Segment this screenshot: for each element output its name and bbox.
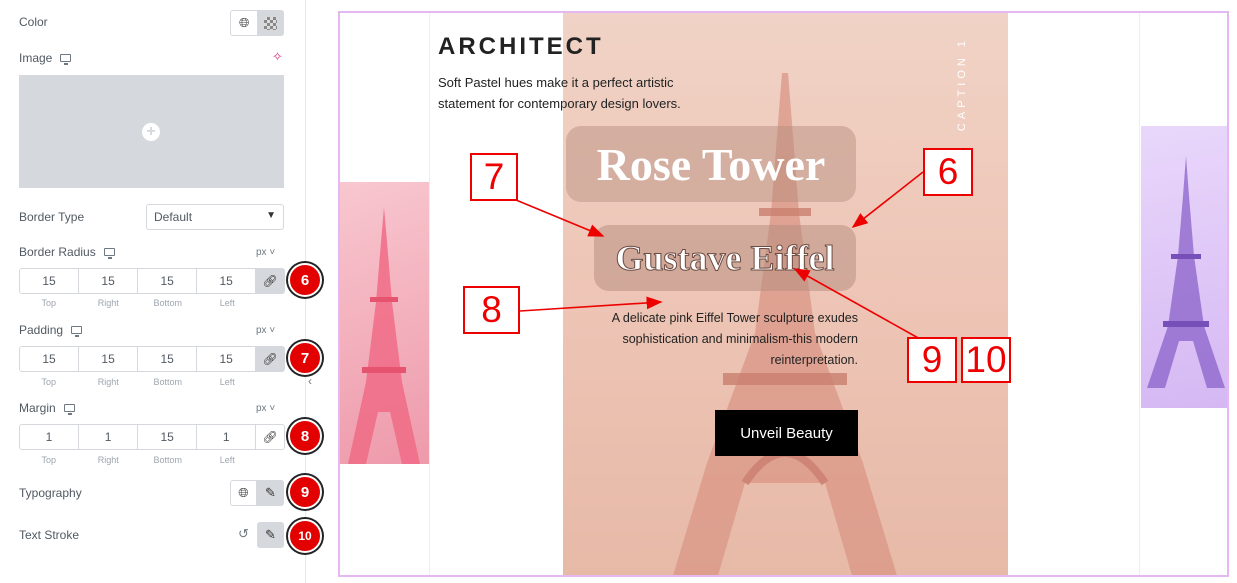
prev-slide-image[interactable] bbox=[340, 182, 429, 464]
slide-description: Soft Pastel hues make it a perfect artis… bbox=[438, 75, 681, 111]
desktop-icon[interactable] bbox=[63, 403, 75, 415]
padding-inputs: 15 15 15 15 🔗︎ bbox=[19, 346, 285, 372]
globe-icon[interactable]: 🌐︎ bbox=[231, 11, 257, 35]
link-icon[interactable]: 🔗︎ bbox=[256, 347, 284, 371]
controls-panel: Color 🌐︎ Image ✧ + Border Type Default ▼… bbox=[0, 0, 322, 583]
margin-top[interactable]: 1 bbox=[20, 425, 80, 449]
lilac-tower-image bbox=[1147, 156, 1225, 388]
add-image-icon[interactable]: + bbox=[142, 123, 160, 141]
padding-right[interactable]: 15 bbox=[79, 347, 139, 371]
callout-badge-6: 6 bbox=[288, 263, 322, 297]
text-stroke-label: Text Stroke bbox=[19, 528, 80, 542]
callout-badge-8: 8 bbox=[288, 419, 322, 453]
active-slide: ARCHITECT Soft Pastel hues make it a per… bbox=[429, 13, 1140, 575]
desktop-icon[interactable] bbox=[60, 53, 72, 65]
slide-caption: CAPTION 1 bbox=[956, 37, 968, 132]
margin-right[interactable]: 1 bbox=[79, 425, 139, 449]
link-icon[interactable]: 🔗︎ bbox=[256, 425, 284, 449]
border-radius-top[interactable]: 15 bbox=[20, 269, 80, 293]
heading-box: Rose Tower bbox=[566, 126, 856, 202]
slide-heading: Rose Tower bbox=[596, 138, 826, 190]
margin-inputs: 1 1 15 1 🔗︎ bbox=[19, 424, 285, 450]
padding-left[interactable]: 15 bbox=[197, 347, 257, 371]
unveil-beauty-button[interactable]: Unveil Beauty bbox=[715, 410, 858, 456]
slide-title: ARCHITECT bbox=[438, 33, 604, 60]
margin-label: Margin bbox=[19, 401, 75, 415]
padding-unit[interactable]: px ˅ bbox=[256, 325, 275, 336]
padding-top[interactable]: 15 bbox=[20, 347, 80, 371]
edit-pencil-icon[interactable]: ✎ bbox=[257, 480, 284, 506]
margin-sides: Top Right Bottom Left bbox=[41, 455, 235, 465]
annotation-7: 7 bbox=[470, 153, 518, 201]
padding-label: Padding bbox=[19, 323, 83, 337]
pink-tower-image bbox=[348, 207, 420, 464]
border-type-label: Border Type bbox=[19, 210, 85, 224]
subheading-box: Gustave Eiffel bbox=[594, 225, 856, 291]
caret-down-icon: ▼ bbox=[266, 210, 276, 221]
callout-badge-7: 7 bbox=[288, 341, 322, 375]
annotation-9: 9 bbox=[907, 337, 957, 383]
typography-label: Typography bbox=[19, 486, 82, 500]
padding-bottom[interactable]: 15 bbox=[138, 347, 198, 371]
next-slide-image[interactable] bbox=[1141, 126, 1227, 408]
annotation-6: 6 bbox=[923, 148, 973, 196]
border-type-select[interactable]: Default ▼ bbox=[146, 204, 284, 230]
link-icon[interactable]: 🔗︎ bbox=[256, 269, 284, 293]
border-radius-inputs: 15 15 15 15 🔗︎ bbox=[19, 268, 285, 294]
callout-badge-10: 10 bbox=[288, 519, 322, 553]
border-radius-left[interactable]: 15 bbox=[197, 269, 257, 293]
desktop-icon[interactable] bbox=[71, 325, 83, 337]
edit-pencil-icon[interactable]: ✎ bbox=[257, 522, 284, 548]
border-radius-label: Border Radius bbox=[19, 245, 115, 259]
border-radius-right[interactable]: 15 bbox=[79, 269, 139, 293]
padding-sides: Top Right Bottom Left bbox=[41, 377, 235, 387]
reset-icon[interactable]: ↺ bbox=[238, 526, 249, 542]
margin-bottom[interactable]: 15 bbox=[138, 425, 198, 449]
collapse-panel-icon[interactable]: ‹ bbox=[308, 374, 312, 388]
border-radius-sides: Top Right Bottom Left bbox=[41, 298, 235, 308]
image-upload[interactable]: + bbox=[19, 75, 284, 188]
slide-subheading: Gustave Eiffel bbox=[615, 238, 835, 279]
margin-left[interactable]: 1 bbox=[197, 425, 257, 449]
margin-unit[interactable]: px ˅ bbox=[256, 403, 275, 414]
image-label: Image bbox=[19, 51, 72, 65]
callout-badge-9: 9 bbox=[288, 475, 322, 509]
border-radius-unit[interactable]: px ˅ bbox=[256, 247, 275, 258]
globe-icon[interactable]: 🌐︎ bbox=[230, 480, 257, 506]
slide-body-text: A delicate pink Eiffel Tower sculpture e… bbox=[611, 311, 858, 367]
border-radius-bottom[interactable]: 15 bbox=[138, 269, 198, 293]
desktop-icon[interactable] bbox=[103, 247, 115, 259]
annotation-8: 8 bbox=[463, 286, 520, 334]
annotation-10: 10 bbox=[961, 337, 1011, 383]
transparency-icon[interactable] bbox=[257, 11, 283, 35]
ai-sparkle-icon[interactable]: ✧ bbox=[272, 49, 283, 65]
border-type-value: Default bbox=[154, 210, 193, 224]
color-toggle[interactable]: 🌐︎ bbox=[230, 10, 284, 36]
color-label: Color bbox=[19, 15, 48, 29]
